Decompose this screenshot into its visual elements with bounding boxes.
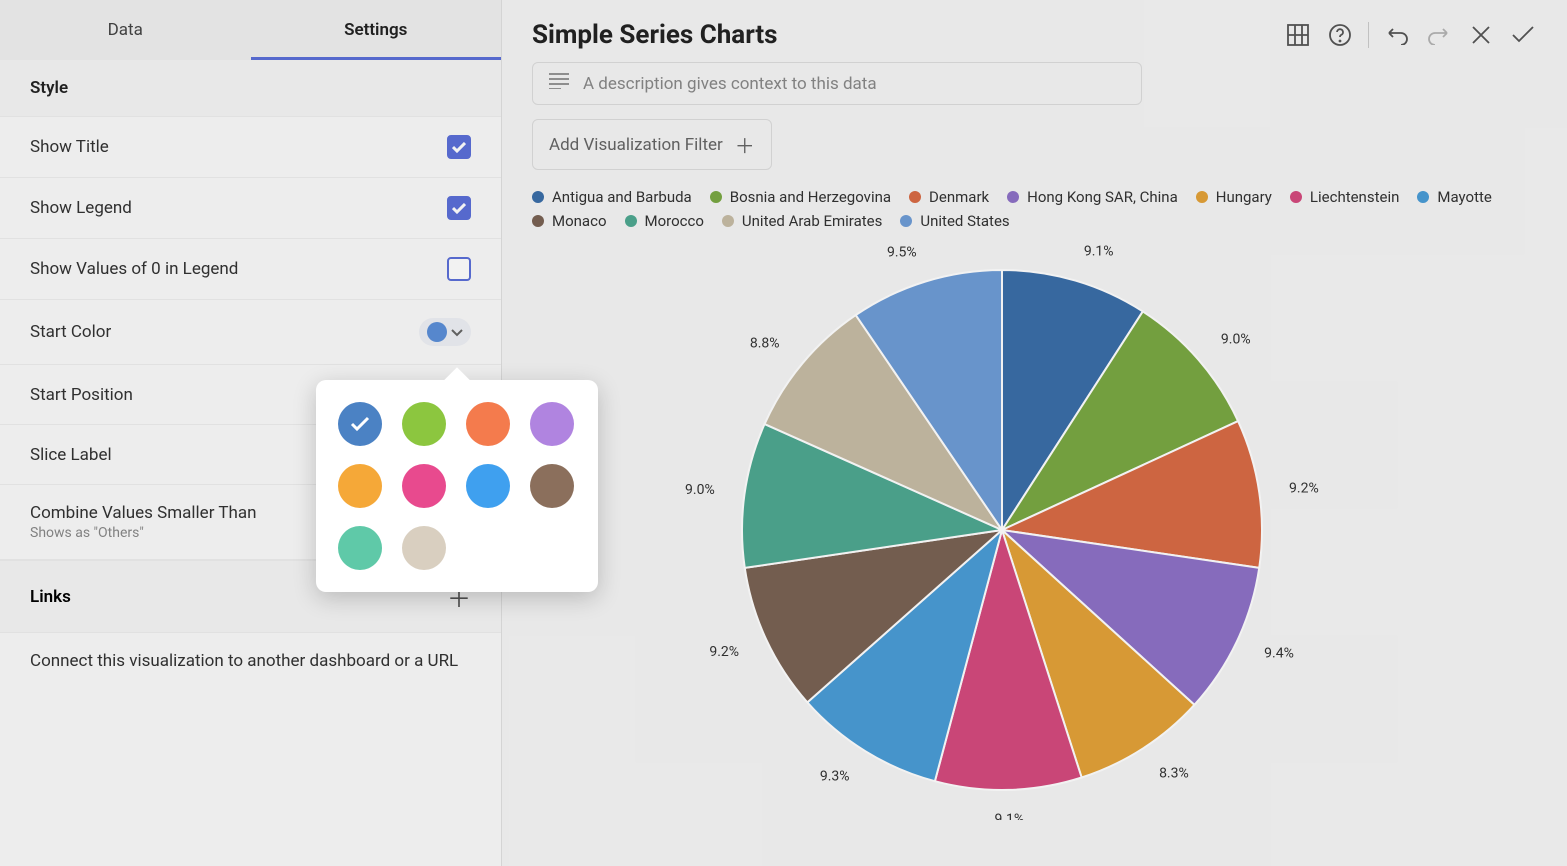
slice-label: 9.0% [685,482,715,498]
setting-label: Show Legend [30,198,132,218]
filter-label: Add Visualization Filter [549,135,723,155]
slice-label: 9.0% [1221,331,1251,347]
legend-item[interactable]: Hungary [1196,188,1272,206]
chart-legend: Antigua and Barbuda Bosnia and Herzegovin… [532,188,1537,230]
setting-show-title[interactable]: Show Title [0,117,501,178]
lines-icon [549,73,569,94]
color-swatch[interactable] [402,464,446,508]
legend-label: Morocco [645,212,704,230]
color-swatch[interactable] [466,464,510,508]
legend-dot [909,191,921,203]
slice-label: 9.5% [887,245,917,261]
setting-label: Start Color [30,322,111,342]
sidebar-tabs: Data Settings [0,0,501,60]
links-description: Connect this visualization to another da… [0,633,501,689]
legend-dot [1417,191,1429,203]
slice-label: 9.4% [1264,646,1294,662]
color-swatch[interactable] [402,402,446,446]
slice-label: 9.1% [994,812,1024,820]
legend-item[interactable]: Morocco [625,212,704,230]
legend-item[interactable]: Monaco [532,212,607,230]
legend-label: Mayotte [1437,188,1491,206]
redo-icon[interactable] [1425,21,1453,49]
tab-settings[interactable]: Settings [251,0,502,60]
legend-dot [1007,191,1019,203]
legend-label: Hungary [1216,188,1272,206]
style-section-header: Style [0,60,501,117]
slice-label: 9.1% [1084,243,1114,259]
description-placeholder: A description gives context to this data [583,74,877,94]
legend-dot [710,191,722,203]
chart-title: Simple Series Charts [532,20,1270,50]
main-panel: Simple Series Charts A description gives… [502,0,1567,866]
color-swatch[interactable] [338,464,382,508]
plus-icon: ＋ [735,130,755,159]
legend-dot [1196,191,1208,203]
legend-dot [722,215,734,227]
legend-label: Hong Kong SAR, China [1027,188,1178,206]
pie-chart: 9.1% 9.0% 9.2% 9.4% 8.3% 9.1% 9.3% 9.2% 9.0% 8.8%… [532,240,1532,820]
setting-label: Slice Label [30,445,112,465]
legend-item[interactable]: Denmark [909,188,989,206]
slice-label: 9.3% [820,768,850,784]
slice-label: 8.3% [1159,765,1189,781]
setting-label: Combine Values Smaller Than [30,503,257,523]
divider [1368,22,1369,48]
color-picker-popover [316,380,598,592]
setting-label: Start Position [30,385,133,405]
legend-label: Denmark [929,188,989,206]
legend-label: Antigua and Barbuda [552,188,692,206]
color-swatch[interactable] [466,402,510,446]
color-swatch[interactable] [530,402,574,446]
legend-item[interactable]: Bosnia and Herzegovina [710,188,891,206]
legend-item[interactable]: United Arab Emirates [722,212,882,230]
grid-icon[interactable] [1284,21,1312,49]
legend-dot [1290,191,1302,203]
legend-label: United Arab Emirates [742,212,882,230]
legend-dot [625,215,637,227]
color-swatch[interactable] [530,464,574,508]
color-swatch[interactable] [402,526,446,570]
setting-show-zero[interactable]: Show Values of 0 in Legend [0,239,501,300]
legend-item[interactable]: United States [900,212,1009,230]
color-dot [427,322,447,342]
legend-label: Liechtenstein [1310,188,1399,206]
undo-icon[interactable] [1383,21,1411,49]
legend-dot [532,191,544,203]
legend-label: Bosnia and Herzegovina [730,188,891,206]
start-color-button[interactable] [419,318,471,346]
slice-label: 9.2% [709,644,739,660]
checkbox-show-title[interactable] [447,135,471,159]
legend-dot [900,215,912,227]
legend-item[interactable]: Hong Kong SAR, China [1007,188,1178,206]
add-filter-button[interactable]: Add Visualization Filter ＋ [532,119,772,170]
setting-sublabel: Shows as "Others" [30,525,257,541]
tab-data[interactable]: Data [0,0,251,60]
legend-item[interactable]: Liechtenstein [1290,188,1399,206]
slice-label: 9.2% [1289,480,1319,496]
color-swatch[interactable] [338,402,382,446]
legend-dot [532,215,544,227]
checkbox-show-zero[interactable] [447,257,471,281]
close-icon[interactable] [1467,21,1495,49]
color-swatch[interactable] [338,526,382,570]
slice-label: 8.8% [750,336,780,352]
description-input[interactable]: A description gives context to this data [532,62,1142,105]
setting-start-color[interactable]: Start Color [0,300,501,365]
confirm-icon[interactable] [1509,21,1537,49]
setting-label: Show Title [30,137,109,157]
checkbox-show-legend[interactable] [447,196,471,220]
chevron-down-icon [451,322,463,342]
links-label: Links [30,587,71,607]
legend-label: United States [920,212,1009,230]
legend-item[interactable]: Mayotte [1417,188,1491,206]
legend-label: Monaco [552,212,607,230]
setting-show-legend[interactable]: Show Legend [0,178,501,239]
help-icon[interactable] [1326,21,1354,49]
legend-item[interactable]: Antigua and Barbuda [532,188,692,206]
setting-label: Show Values of 0 in Legend [30,259,238,279]
